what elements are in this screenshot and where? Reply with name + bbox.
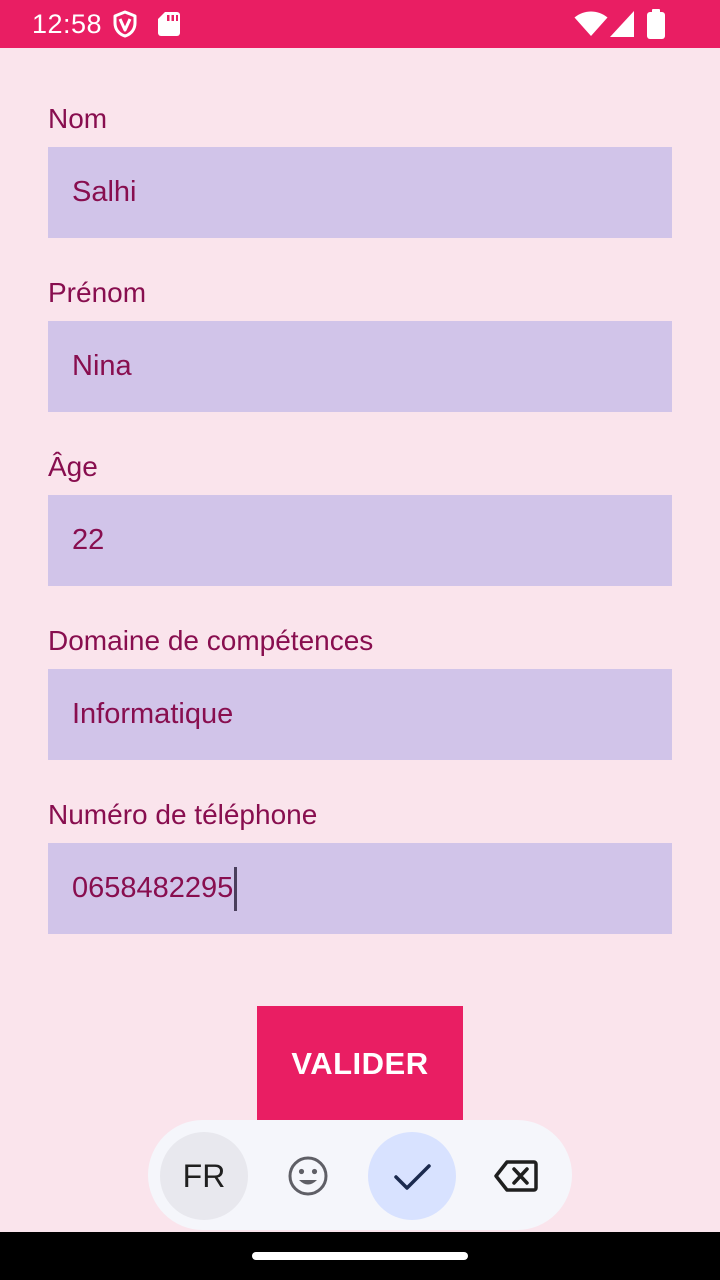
backspace-icon [494,1160,538,1192]
home-handle[interactable] [252,1252,468,1260]
age-label: Âge [48,451,98,482]
backspace-key[interactable] [472,1132,560,1220]
domaine-label: Domaine de compétences [48,625,374,656]
prenom-label: Prénom [48,277,147,308]
domaine-input[interactable]: Informatique [48,669,672,760]
done-key[interactable] [368,1132,456,1220]
valider-button[interactable]: VALIDER [257,1006,463,1124]
language-label: FR [182,1157,226,1194]
shield-icon [113,10,137,38]
emoji-key[interactable] [264,1132,352,1220]
keyboard-toolbar: FR [148,1120,572,1230]
sd-card-icon [158,12,180,36]
battery-icon [647,9,665,39]
telephone-label: Numéro de téléphone [48,799,318,830]
age-value: 22 [72,524,105,556]
status-time: 12:58 [32,9,103,39]
telephone-input[interactable]: 0658482295 [48,843,672,934]
signal-icon [610,11,634,37]
status-bar: 12:58 [0,0,720,48]
prenom-value: Nina [72,350,132,382]
navigation-bar [0,1232,720,1280]
emoji-icon [288,1156,328,1196]
age-input[interactable]: 22 [48,495,672,586]
wifi-icon [574,11,608,36]
domaine-value: Informatique [72,698,234,730]
check-icon [394,1164,431,1190]
telephone-value: 0658482295 [72,872,234,904]
nom-label: Nom [48,103,108,134]
prenom-input[interactable]: Nina [48,321,672,412]
language-key[interactable]: FR [160,1132,248,1220]
text-cursor [234,866,238,911]
nom-input[interactable]: Salhi [48,147,672,238]
nom-value: Salhi [72,176,137,208]
